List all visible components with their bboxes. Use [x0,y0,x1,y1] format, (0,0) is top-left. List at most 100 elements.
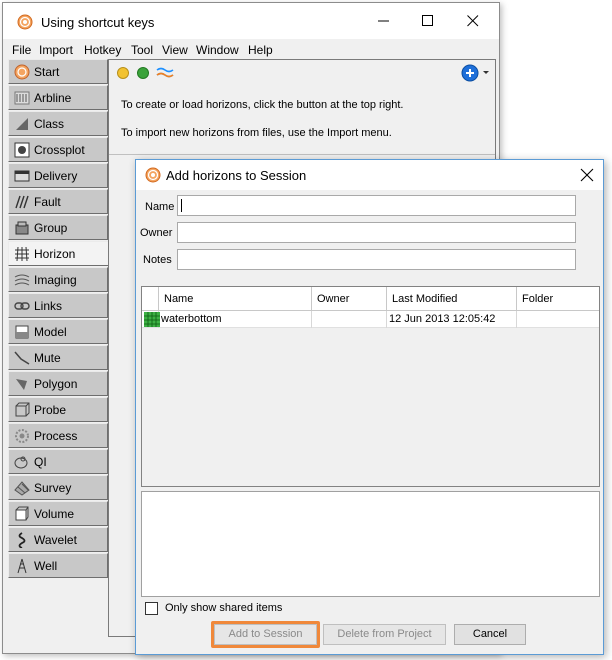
horizon-grid-icon [144,312,160,327]
class-icon [16,118,28,130]
sidebar-item-mute[interactable]: Mute [8,345,108,370]
menu-file[interactable]: File [12,43,31,57]
sidebar-item-arbline[interactable]: Arbline [8,85,108,110]
divider [109,154,495,155]
sidebar-item-process[interactable]: Process [8,423,108,448]
delete-from-project-button[interactable]: Delete from Project [323,624,446,645]
well-icon [17,558,27,574]
horizon-help-text-1: To create or load horizons, click the bu… [121,99,404,111]
sidebar-item-class[interactable]: Class [8,111,108,136]
mute-icon [14,351,30,365]
table-header-folder[interactable]: Folder [517,287,599,311]
dialog-title: Add horizons to Session [166,168,307,183]
sidebar-item-wavelet[interactable]: Wavelet [8,527,108,552]
add-horizon-button[interactable] [459,63,493,83]
sidebar-item-label: Model [34,325,67,339]
sidebar-item-fault[interactable]: Fault [8,189,108,214]
fault-icon [15,195,29,209]
cell-last-modified: 12 Jun 2013 12:05:42 [387,311,517,328]
sidebar-item-start[interactable]: Start [8,59,108,84]
qi-icon [14,456,28,469]
window-title: Using shortcut keys [41,15,155,30]
cell-folder [517,311,599,328]
sidebar-item-volume[interactable]: Volume [8,501,108,526]
app-logo-icon [17,14,33,30]
horizon-help-text-2: To import new horizons from files, use t… [121,127,392,139]
owner-field[interactable] [177,222,576,243]
menu-tool[interactable]: Tool [131,43,153,57]
notes-label: Notes [143,254,172,266]
sidebar-item-imaging[interactable]: Imaging [8,267,108,292]
sidebar-item-probe[interactable]: Probe [8,397,108,422]
close-icon[interactable] [580,168,594,182]
menu-bar: File Import Hotkey Tool View Window Help [3,40,499,60]
cancel-button[interactable]: Cancel [454,624,526,645]
menu-hotkey[interactable]: Hotkey [84,43,121,57]
sidebar-item-label: Well [34,559,58,573]
sidebar-item-well[interactable]: Well [8,553,108,578]
cell-name: waterbottom [159,311,312,328]
sidebar-item-polygon[interactable]: Polygon [8,371,108,396]
sidebar-item-label: Arbline [34,91,72,105]
sidebar-item-horizon[interactable]: Horizon [8,241,109,266]
imaging-icon [14,274,30,286]
name-field[interactable] [177,195,576,216]
menu-window[interactable]: Window [196,43,239,57]
table-header-name[interactable]: Name [159,287,312,311]
minimize-button[interactable] [362,7,406,35]
text-caret [181,199,182,212]
yellow-status-icon [117,67,129,79]
volume-icon [15,506,29,521]
survey-icon [14,481,30,496]
panel-status-icons [117,67,174,79]
sidebar-item-label: Links [34,299,63,313]
sidebar-item-model[interactable]: Model [8,319,108,344]
notes-field[interactable] [177,249,576,270]
add-to-session-button[interactable]: Add to Session [214,624,317,645]
sidebar-item-label: Wavelet [34,533,77,547]
horizon-icon [15,246,29,262]
menu-view[interactable]: View [162,43,188,57]
title-bar[interactable]: Using shortcut keys [3,3,499,39]
sidebar-item-crossplot[interactable]: Crossplot [8,137,108,162]
maximize-button[interactable] [406,7,450,35]
cell-owner [312,311,387,328]
close-icon [467,15,479,27]
close-window-button[interactable] [451,7,495,35]
details-pane [141,491,600,597]
sidebar-item-label: Fault [34,195,61,209]
only-shared-label[interactable]: Only show shared items [165,602,282,614]
wavelet-icon [18,532,26,548]
add-circle-icon [461,64,489,82]
green-status-icon [137,67,149,79]
only-shared-checkbox[interactable] [145,602,158,615]
arbline-icon [14,91,30,105]
sidebar-item-survey[interactable]: Survey [8,475,108,500]
sidebar-item-delivery[interactable]: Delivery [8,163,108,188]
add-horizons-dialog: Add horizons to Session Name Owner Notes… [135,159,604,655]
sidebar-item-label: Survey [34,481,72,495]
sidebar-item-label: Imaging [34,273,77,287]
menu-help[interactable]: Help [248,43,273,57]
sidebar-item-label: Class [34,117,65,131]
sidebar-item-label: Volume [34,507,75,521]
table-header-owner[interactable]: Owner [312,287,387,311]
links-icon [14,302,30,310]
name-label: Name [145,201,175,213]
group-icon [15,221,29,235]
table-row[interactable]: waterbottom 12 Jun 2013 12:05:42 [142,311,599,328]
maximize-icon [422,15,433,26]
table-header-last-modified[interactable]: Last Modified [387,287,517,311]
sidebar-item-label: Process [34,429,78,443]
sidebar-item-label: Crossplot [34,143,85,157]
menu-import[interactable]: Import [39,43,73,57]
sidebar-item-label: Delivery [34,169,78,183]
sidebar-item-qi[interactable]: QI [8,449,108,474]
start-icon [14,64,30,80]
sidebar-item-group[interactable]: Group [8,215,108,240]
sidebar-item-label: Horizon [34,247,76,261]
sidebar-item-label: QI [34,455,47,469]
sidebar-item-links[interactable]: Links [8,293,108,318]
dialog-title-bar[interactable]: Add horizons to Session [136,160,603,190]
crossplot-icon [14,142,30,158]
